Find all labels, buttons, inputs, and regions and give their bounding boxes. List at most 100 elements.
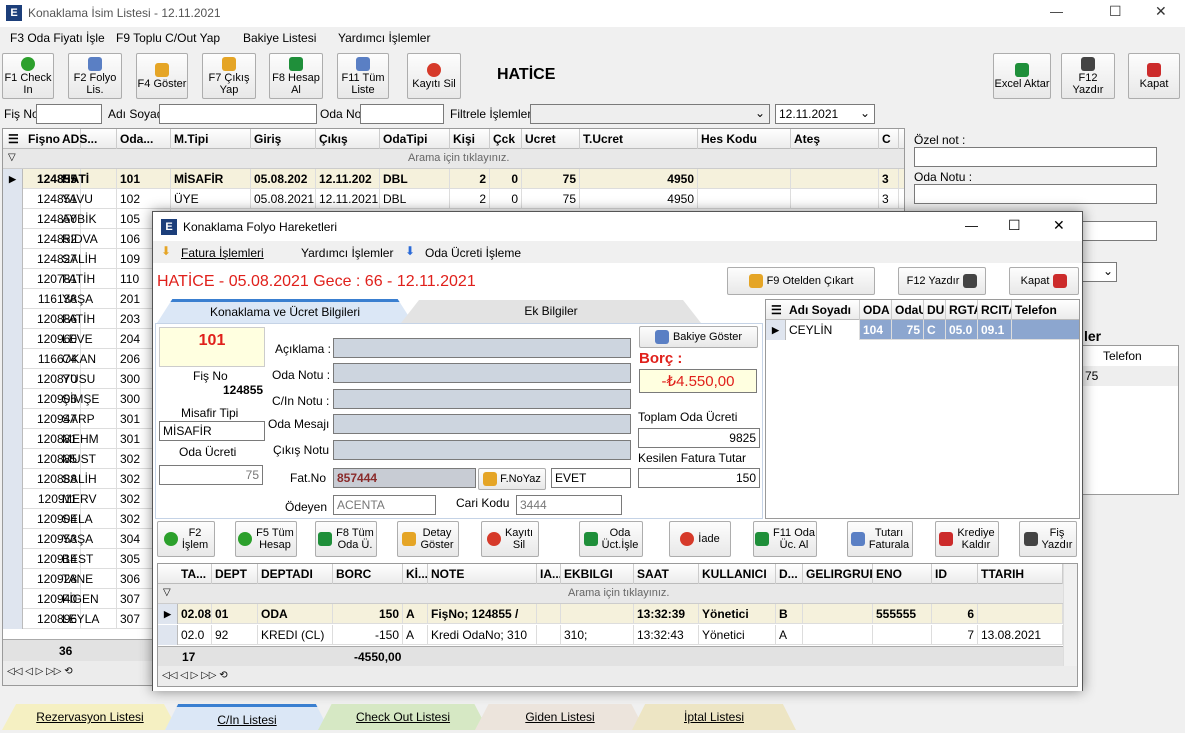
krediye-kaldir-button[interactable]: Krediye Kaldır bbox=[935, 521, 999, 557]
tab-check-out[interactable]: Check Out Listesi bbox=[318, 704, 488, 730]
fno-yaz-button[interactable]: F.NoYaz bbox=[478, 468, 546, 490]
oda-notu-side-input[interactable] bbox=[914, 184, 1157, 204]
column-header[interactable]: T.Ucret bbox=[580, 129, 698, 149]
adi-soyadi-input[interactable] bbox=[159, 104, 317, 124]
cari-kodu-input[interactable]: 3444 bbox=[516, 495, 622, 515]
kayit-sil-button[interactable]: Kayıtı Sil bbox=[407, 53, 461, 99]
guest-column-header[interactable]: RGTA bbox=[946, 300, 978, 320]
detay-goster-button[interactable]: Detay Göster bbox=[397, 521, 459, 557]
tx-column-header[interactable]: TTARIH bbox=[978, 564, 1063, 584]
menu-oda-fiyati[interactable]: F3 Oda Fiyatı İşle bbox=[10, 31, 105, 45]
cin-notu-input[interactable] bbox=[333, 389, 631, 409]
fis-yazdir-button[interactable]: Fiş Yazdır bbox=[1019, 521, 1077, 557]
oda-uct-isle-button[interactable]: Oda Üct.İşle bbox=[579, 521, 643, 557]
column-header[interactable]: Ateş bbox=[791, 129, 879, 149]
goster-button[interactable]: F4 Göster bbox=[136, 53, 188, 99]
tx-column-header[interactable]: GELIRGRUP bbox=[803, 564, 873, 584]
guest-row[interactable]: ▶ CEYLİN 104 75 C 05.0 09.1 bbox=[766, 320, 1079, 340]
tum-oda-button[interactable]: F8 Tüm Oda Ü. bbox=[315, 521, 377, 557]
evet-input[interactable]: EVET bbox=[551, 468, 631, 488]
cikis-notu-input[interactable] bbox=[333, 440, 631, 460]
tab-iptal[interactable]: İptal Listesi bbox=[632, 704, 796, 730]
guest-column-header[interactable]: ODA bbox=[860, 300, 892, 320]
column-header[interactable]: Ucret bbox=[522, 129, 580, 149]
column-header[interactable]: Kişi bbox=[450, 129, 490, 149]
dialog-menu-fatura[interactable]: Fatura İşlemleri bbox=[181, 246, 264, 260]
guest-grid[interactable]: ☰ Adı SoyadıODAOdaUDURGTARCITATelefon ▶CE… bbox=[765, 299, 1080, 519]
oda-ucreti-input[interactable]: 75 bbox=[159, 465, 263, 485]
tx-column-header[interactable]: Kİ... bbox=[403, 564, 428, 584]
tx-column-header[interactable]: BORC bbox=[333, 564, 403, 584]
guest-column-header[interactable]: Adı Soyadı bbox=[786, 300, 860, 320]
misafir-tipi-input[interactable]: MİSAFİR bbox=[159, 421, 265, 441]
tx-row[interactable]: ▶ 02.08. 01 ODA 150 A FişNo; 124855 / 13:32:39 Y… bbox=[158, 604, 1063, 624]
check-in-button[interactable]: F1 Check In bbox=[2, 53, 54, 99]
side-select[interactable]: ⌄ bbox=[1082, 262, 1117, 282]
tx-column-header[interactable]: SAAT bbox=[634, 564, 699, 584]
dialog-minimize-button[interactable]: — bbox=[965, 218, 978, 233]
dialog-kayit-sil-button[interactable]: Kayıtı Sil bbox=[481, 521, 539, 557]
ozel-not-input[interactable] bbox=[914, 147, 1157, 167]
maximize-button[interactable]: ☐ bbox=[1109, 3, 1122, 20]
column-header[interactable]: Oda... bbox=[117, 129, 171, 149]
yazdir-button[interactable]: F12 Yazdır bbox=[1061, 53, 1115, 99]
guest-column-header[interactable]: DU bbox=[924, 300, 946, 320]
islem-button[interactable]: F2 İşlem bbox=[157, 521, 215, 557]
main-search-row[interactable]: ▽ Arama için tıklayınız. bbox=[3, 149, 904, 169]
tx-column-header[interactable]: EKBILGI bbox=[561, 564, 634, 584]
tab-rezervasyon[interactable]: Rezervasyon Listesi bbox=[2, 704, 178, 730]
column-header[interactable]: C bbox=[879, 129, 899, 149]
tx-row[interactable]: 02.0 92 KREDI (CL) -150 A Kredi OdaNo; 310 310… bbox=[158, 625, 1063, 645]
odeyen-input[interactable]: ACENTA bbox=[333, 495, 436, 515]
tx-column-header[interactable]: NOTE bbox=[428, 564, 537, 584]
close-button[interactable]: ✕ bbox=[1155, 3, 1167, 20]
tum-liste-button[interactable]: F11 Tüm Liste bbox=[337, 53, 389, 99]
guest-column-header[interactable]: Telefon bbox=[1012, 300, 1079, 320]
column-header[interactable]: Hes Kodu bbox=[698, 129, 791, 149]
date-select[interactable]: 12.11.2021 ⌄ bbox=[775, 104, 875, 124]
oda-mesaji-input[interactable] bbox=[333, 414, 631, 434]
column-header[interactable]: ADS... bbox=[59, 129, 117, 149]
tx-column-header[interactable]: IA... bbox=[537, 564, 561, 584]
guest-column-header[interactable]: RCITA bbox=[978, 300, 1012, 320]
transaction-grid[interactable]: TA... DEPT DEPTADI BORC Kİ... NOTE IA... EKBILG… bbox=[157, 563, 1078, 687]
tx-navigator[interactable]: ◁◁ ◁ ▷ ▷▷ ⟲ bbox=[158, 666, 1077, 686]
aciklama-input[interactable] bbox=[333, 338, 631, 358]
column-header[interactable]: Giriş bbox=[251, 129, 316, 149]
cikis-yap-button[interactable]: F7 Çıkış Yap bbox=[202, 53, 256, 99]
filtrele-select[interactable]: ⌄ bbox=[530, 104, 770, 124]
tab-cin-listesi[interactable]: C/In Listesi bbox=[165, 704, 329, 730]
hesap-al-button[interactable]: F8 Hesap Al bbox=[269, 53, 323, 99]
tum-hesap-button[interactable]: F5 Tüm Hesap bbox=[235, 521, 297, 557]
bakiye-goster-button[interactable]: Bakiye Göster bbox=[639, 326, 758, 348]
table-row[interactable]: 124851 YAVU 102 ÜYE 05.08.2021 12.11.2021 DBL 2… bbox=[3, 189, 904, 209]
guest-column-header[interactable]: OdaU bbox=[892, 300, 924, 320]
tab-ek-bilgiler[interactable]: Ek Bilgiler bbox=[401, 300, 701, 323]
dialog-close-button[interactable]: ✕ bbox=[1053, 217, 1065, 234]
menu-bakiye-listesi[interactable]: Bakiye Listesi bbox=[243, 31, 316, 45]
otelden-cikart-button[interactable]: F9 Otelden Çıkart bbox=[727, 267, 875, 295]
fat-no-input[interactable]: 857444 bbox=[333, 468, 476, 488]
tx-column-header[interactable]: TA... bbox=[178, 564, 212, 584]
kapat-button[interactable]: Kapat bbox=[1128, 53, 1180, 99]
excel-aktar-button[interactable]: Excel Aktar bbox=[993, 53, 1051, 99]
oda-uc-al-button[interactable]: F11 Oda Üc. Al bbox=[753, 521, 817, 557]
tx-scrollbar[interactable] bbox=[1063, 564, 1077, 666]
dialog-yazdir-button[interactable]: F12 Yazdır bbox=[898, 267, 986, 295]
dialog-menu-oda-ucreti[interactable]: Oda Ücreti İşleme bbox=[425, 246, 521, 260]
menu-yardimci[interactable]: Yardımcı İşlemler bbox=[338, 31, 430, 45]
dialog-maximize-button[interactable]: ☐ bbox=[1008, 217, 1021, 234]
fis-no-input[interactable] bbox=[36, 104, 102, 124]
tx-search-row[interactable]: ▽ Arama için tıklayınız. bbox=[158, 584, 1063, 604]
minimize-button[interactable]: — bbox=[1050, 4, 1063, 19]
oda-no-input[interactable] bbox=[360, 104, 444, 124]
column-header[interactable]: M.Tipi bbox=[171, 129, 251, 149]
iade-button[interactable]: İade bbox=[669, 521, 731, 557]
tutari-faturala-button[interactable]: Tutarı Faturala bbox=[847, 521, 913, 557]
tx-column-header[interactable]: DEPT bbox=[212, 564, 258, 584]
tx-column-header[interactable]: ENO bbox=[873, 564, 932, 584]
column-header[interactable]: Çck bbox=[490, 129, 522, 149]
side-grid[interactable]: Telefon 75 bbox=[1082, 345, 1179, 495]
tx-column-header[interactable]: ID bbox=[932, 564, 978, 584]
table-row[interactable]: ▶ 124855 HATİ 101 MİSAFİR 05.08.202 12.11.202 D… bbox=[3, 169, 904, 189]
